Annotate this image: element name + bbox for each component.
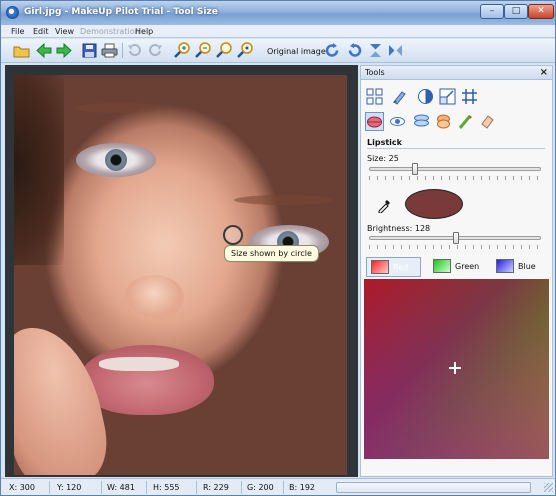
- hair-shadow: [14, 75, 64, 265]
- tool-size-tooltip: Size shown by circle: [224, 245, 319, 262]
- size-label: Size: 25: [367, 154, 399, 163]
- title-bar[interactable]: Girl.jpg - MakeUp Pilot Trial - Tool Siz…: [1, 1, 555, 25]
- tools-panel: Tools × Lipstick Size: 25 Brightness: 12…: [360, 65, 553, 477]
- open-folder-icon[interactable]: [13, 42, 30, 59]
- status-r: R: 229: [203, 483, 229, 492]
- green-chip-icon: [433, 259, 451, 273]
- zoom-out-icon[interactable]: [195, 42, 212, 59]
- size-slider[interactable]: [369, 163, 541, 175]
- tool-size-circle: [223, 225, 243, 245]
- size-slider-thumb[interactable]: [412, 163, 418, 175]
- save-icon[interactable]: [81, 42, 98, 59]
- flip-vertical-icon[interactable]: [367, 42, 384, 59]
- window-title: Girl.jpg - MakeUp Pilot Trial - Tool Siz…: [24, 7, 218, 17]
- app-window: Girl.jpg - MakeUp Pilot Trial - Tool Siz…: [0, 0, 556, 496]
- close-panel-icon[interactable]: ×: [540, 67, 548, 78]
- current-color-swatch[interactable]: [405, 189, 463, 219]
- teeth: [99, 357, 179, 371]
- back-arrow-icon[interactable]: [35, 42, 52, 59]
- rotate-left-icon[interactable]: [324, 42, 341, 59]
- status-y: Y: 120: [57, 483, 82, 492]
- eye-tool-icon[interactable]: [389, 113, 406, 130]
- red-chip-icon: [371, 260, 389, 274]
- tab-green[interactable]: Green: [429, 257, 484, 277]
- progress-bar: [336, 482, 531, 493]
- hair-color-tool-icon[interactable]: [457, 113, 474, 130]
- lipstick-tool-icon[interactable]: [365, 112, 384, 131]
- menu-bar: File Edit View Demonstration Help: [1, 25, 555, 38]
- status-x: X: 300: [9, 483, 35, 492]
- blush-tool-icon[interactable]: [413, 113, 430, 130]
- right-eyebrow: [234, 195, 334, 205]
- blue-chip-icon: [496, 259, 514, 273]
- zoom-in-icon[interactable]: [174, 42, 191, 59]
- color-picker-field[interactable]: [364, 279, 549, 459]
- contrast-icon[interactable]: [417, 88, 434, 105]
- toolbar-separator: [122, 43, 123, 58]
- tan-tool-icon[interactable]: [435, 113, 452, 130]
- close-button[interactable]: ✕: [528, 4, 554, 19]
- menu-edit[interactable]: Edit: [33, 27, 49, 36]
- left-eye: [76, 143, 156, 177]
- tab-red[interactable]: Red: [366, 257, 421, 277]
- brightness-slider[interactable]: [369, 232, 541, 244]
- status-w: W: 481: [107, 483, 135, 492]
- flip-horizontal-icon[interactable]: [387, 42, 404, 59]
- print-icon[interactable]: [101, 42, 118, 59]
- zoom-fit-icon[interactable]: [216, 42, 233, 59]
- grid-hash-icon[interactable]: [461, 88, 478, 105]
- status-h: H: 555: [153, 483, 180, 492]
- maximize-button[interactable]: □: [504, 4, 528, 19]
- status-b: B: 192: [289, 483, 315, 492]
- redo-icon[interactable]: [147, 42, 164, 59]
- status-separator: [49, 481, 50, 494]
- eyedropper-icon[interactable]: [377, 197, 393, 214]
- grid-layout-icon[interactable]: [366, 88, 383, 105]
- status-separator: [241, 481, 242, 494]
- status-g: G: 200: [247, 483, 274, 492]
- brightness-label: Brightness: 128: [367, 224, 431, 233]
- menu-file[interactable]: File: [11, 27, 24, 36]
- undo-icon[interactable]: [126, 42, 143, 59]
- resize-grip-icon[interactable]: [544, 483, 553, 492]
- menu-demonstration[interactable]: Demonstration: [80, 27, 140, 36]
- status-bar: X: 300 Y: 120 W: 481 H: 555 R: 229 G: 20…: [1, 478, 555, 495]
- brightness-slider-ticks: [369, 245, 541, 249]
- status-separator: [283, 481, 284, 494]
- size-slider-ticks: [369, 176, 541, 180]
- eraser-tool-icon[interactable]: [479, 113, 496, 130]
- left-eyebrow: [74, 103, 164, 113]
- image-canvas[interactable]: Size shown by circle: [5, 65, 358, 477]
- toolbar: Original image: [1, 39, 555, 63]
- minimize-button[interactable]: –: [480, 4, 504, 19]
- section-title: Lipstick: [367, 138, 402, 147]
- status-separator: [101, 481, 102, 494]
- brightness-slider-thumb[interactable]: [453, 232, 459, 244]
- crosshair-icon[interactable]: [449, 362, 461, 374]
- menu-help[interactable]: Help: [135, 27, 153, 36]
- tools-panel-header: Tools ×: [361, 66, 552, 80]
- original-image-label[interactable]: Original image: [267, 47, 326, 56]
- status-separator: [146, 481, 147, 494]
- tools-panel-title: Tools: [365, 68, 385, 77]
- zoom-actual-icon[interactable]: [237, 42, 254, 59]
- tab-blue[interactable]: Blue: [492, 257, 547, 277]
- menu-view[interactable]: View: [55, 27, 74, 36]
- status-separator: [196, 481, 197, 494]
- brush-icon[interactable]: [391, 88, 408, 105]
- section-divider: [367, 148, 545, 149]
- nose: [124, 275, 184, 320]
- left-iris: [105, 149, 127, 171]
- rotate-right-icon[interactable]: [346, 42, 363, 59]
- portrait-photo[interactable]: Size shown by circle: [14, 75, 347, 475]
- forward-arrow-icon[interactable]: [56, 42, 73, 59]
- app-icon: [6, 6, 19, 19]
- resize-icon[interactable]: [439, 88, 456, 105]
